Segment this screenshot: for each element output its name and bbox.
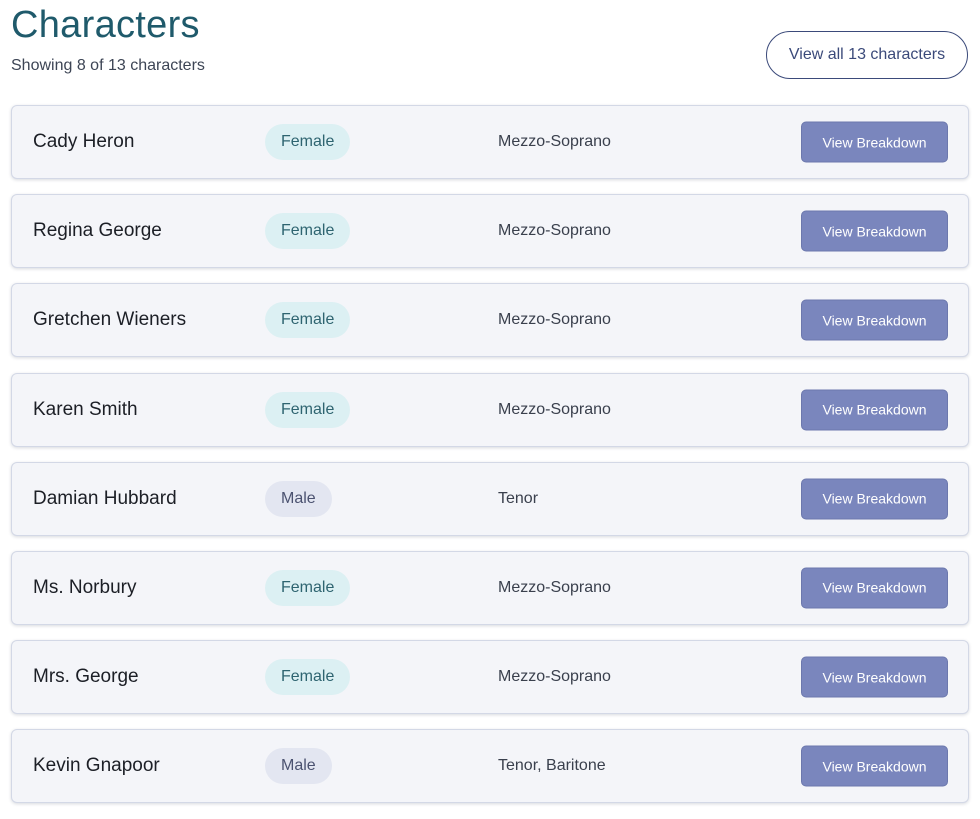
character-name: Damian Hubbard: [33, 487, 177, 509]
gender-badge: Female: [265, 659, 351, 696]
view-breakdown-button[interactable]: View Breakdown: [801, 656, 948, 698]
view-all-characters-button[interactable]: View all 13 characters: [766, 31, 968, 79]
character-card: Cady Heron Female Mezzo-Soprano View Bre…: [11, 105, 969, 179]
voice-type: Mezzo-Soprano: [498, 668, 611, 686]
character-name: Regina George: [33, 220, 162, 242]
character-name: Mrs. George: [33, 666, 139, 688]
page-title: Characters: [11, 4, 200, 46]
character-name: Ms. Norbury: [33, 576, 137, 598]
character-card: Regina George Female Mezzo-Soprano View …: [11, 194, 969, 269]
character-card: Ms. Norbury Female Mezzo-Soprano View Br…: [11, 550, 969, 625]
character-list: Cady Heron Female Mezzo-Soprano View Bre…: [11, 105, 969, 819]
character-card: Mrs. George Female Mezzo-Soprano View Br…: [11, 640, 969, 715]
voice-type: Tenor, Baritone: [498, 757, 606, 775]
gender-badge: Female: [265, 569, 351, 606]
gender-badge: Female: [265, 124, 351, 160]
view-breakdown-button[interactable]: View Breakdown: [801, 389, 948, 431]
character-card: Gretchen Wieners Female Mezzo-Soprano Vi…: [11, 283, 969, 358]
gender-badge: Female: [265, 302, 351, 339]
view-breakdown-button[interactable]: View Breakdown: [801, 210, 948, 252]
view-breakdown-button[interactable]: View Breakdown: [801, 745, 948, 787]
gender-badge: Male: [265, 748, 332, 785]
character-name: Kevin Gnapoor: [33, 755, 160, 777]
gender-badge: Male: [265, 480, 332, 517]
gender-badge: Female: [265, 213, 351, 250]
gender-badge: Female: [265, 391, 351, 428]
character-name: Cady Heron: [33, 131, 135, 152]
voice-type: Mezzo-Soprano: [498, 311, 611, 329]
view-breakdown-button[interactable]: View Breakdown: [801, 567, 948, 609]
voice-type: Tenor: [498, 489, 539, 507]
voice-type: Mezzo-Soprano: [498, 400, 611, 418]
voice-type: Mezzo-Soprano: [498, 133, 611, 150]
character-count-subtitle: Showing 8 of 13 characters: [11, 57, 205, 74]
voice-type: Mezzo-Soprano: [498, 578, 611, 596]
character-card: Karen Smith Female Mezzo-Soprano View Br…: [11, 372, 969, 447]
view-breakdown-button[interactable]: View Breakdown: [801, 121, 948, 163]
view-breakdown-button[interactable]: View Breakdown: [801, 299, 948, 341]
character-name: Gretchen Wieners: [33, 309, 187, 331]
character-card: Kevin Gnapoor Male Tenor, Baritone View …: [11, 729, 969, 804]
view-breakdown-button[interactable]: View Breakdown: [801, 478, 948, 520]
character-name: Karen Smith: [33, 398, 138, 420]
voice-type: Mezzo-Soprano: [498, 222, 611, 240]
character-card: Damian Hubbard Male Tenor View Breakdown: [11, 461, 969, 536]
